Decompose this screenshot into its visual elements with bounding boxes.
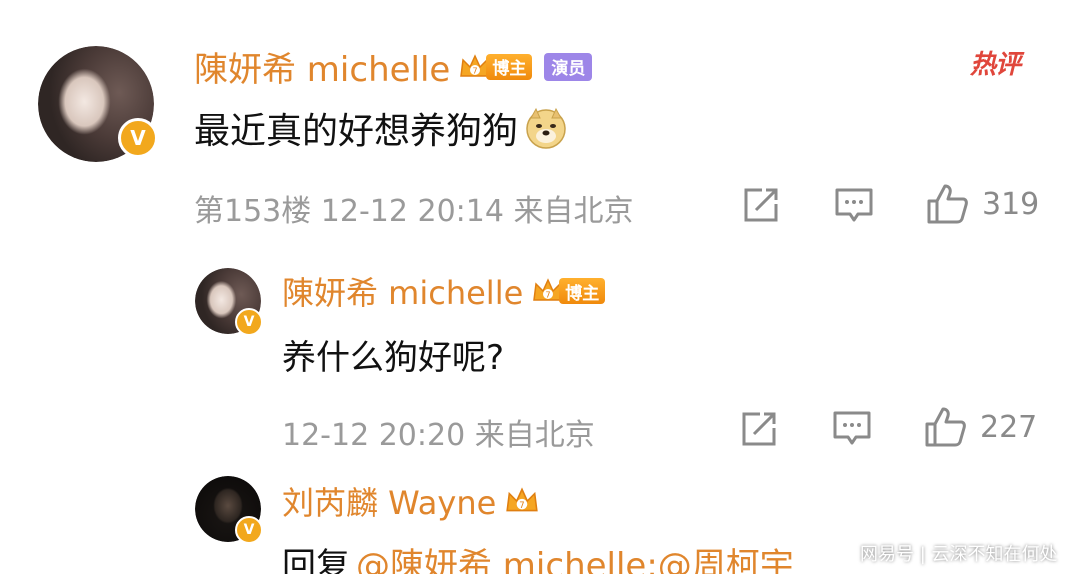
like-count: 227 (980, 409, 1038, 445)
watermark: 网易号 | 云深不知在何处 (860, 544, 1058, 565)
hot-comment-label: 热评 (970, 50, 1021, 80)
blogger-badge: 7 博主 (458, 52, 533, 82)
comment-button[interactable] (834, 186, 874, 226)
comment-text: 最近真的好想养狗狗 (194, 102, 568, 154)
share-icon (742, 412, 776, 446)
svg-text:7: 7 (546, 291, 551, 300)
comment-text: 回复 @陳妍希 michelle:@周柯宇 (282, 538, 794, 574)
reply-mention-link[interactable]: @陳妍希 michelle:@周柯宇 (356, 538, 794, 574)
svg-text:7: 7 (473, 66, 478, 75)
comment-text-body: 最近真的好想养狗狗 (194, 111, 519, 152)
name-row: 陳妍希 michelle 7 博主 演员 (194, 42, 593, 91)
doge-emoji-icon (526, 107, 566, 149)
thumbs-up-icon (925, 407, 966, 447)
comment-meta: 第153楼 12-12 20:14 来自北京 (194, 194, 634, 229)
comment-icon (835, 188, 873, 222)
thumbs-up-icon (927, 184, 968, 224)
blogger-badge: 7 博主 (531, 276, 606, 306)
name-row: 陳妍希 michelle 7 博主 (282, 268, 606, 314)
username[interactable]: 刘芮麟 Wayne (282, 478, 496, 524)
verified-icon: V (235, 516, 263, 544)
like-button[interactable]: 319 (926, 182, 1039, 226)
name-row: 刘芮麟 Wayne 7 (282, 478, 540, 524)
blogger-tag: 博主 (486, 53, 533, 80)
blogger-tag: 博主 (559, 278, 606, 304)
username[interactable]: 陳妍希 michelle (282, 268, 523, 314)
comment-text: 养什么狗好呢? (282, 330, 504, 379)
share-button[interactable] (740, 410, 778, 448)
svg-text:7: 7 (520, 500, 525, 510)
reply-prefix: 回复 (282, 546, 350, 574)
crown-icon: 7 (506, 487, 539, 512)
actor-tag: 演员 (544, 52, 593, 81)
like-count: 319 (982, 186, 1040, 222)
comment-icon (833, 411, 871, 445)
like-button[interactable]: 227 (924, 405, 1037, 449)
share-icon (744, 188, 778, 222)
verified-icon: V (235, 308, 263, 336)
verified-icon: V (118, 118, 158, 158)
comment-button[interactable] (832, 409, 872, 449)
username[interactable]: 陳妍希 michelle (194, 42, 450, 91)
share-button[interactable] (742, 186, 780, 224)
comment-text-body: 养什么狗好呢? (282, 338, 505, 378)
comment-meta: 12-12 20:20 来自北京 (282, 418, 595, 453)
